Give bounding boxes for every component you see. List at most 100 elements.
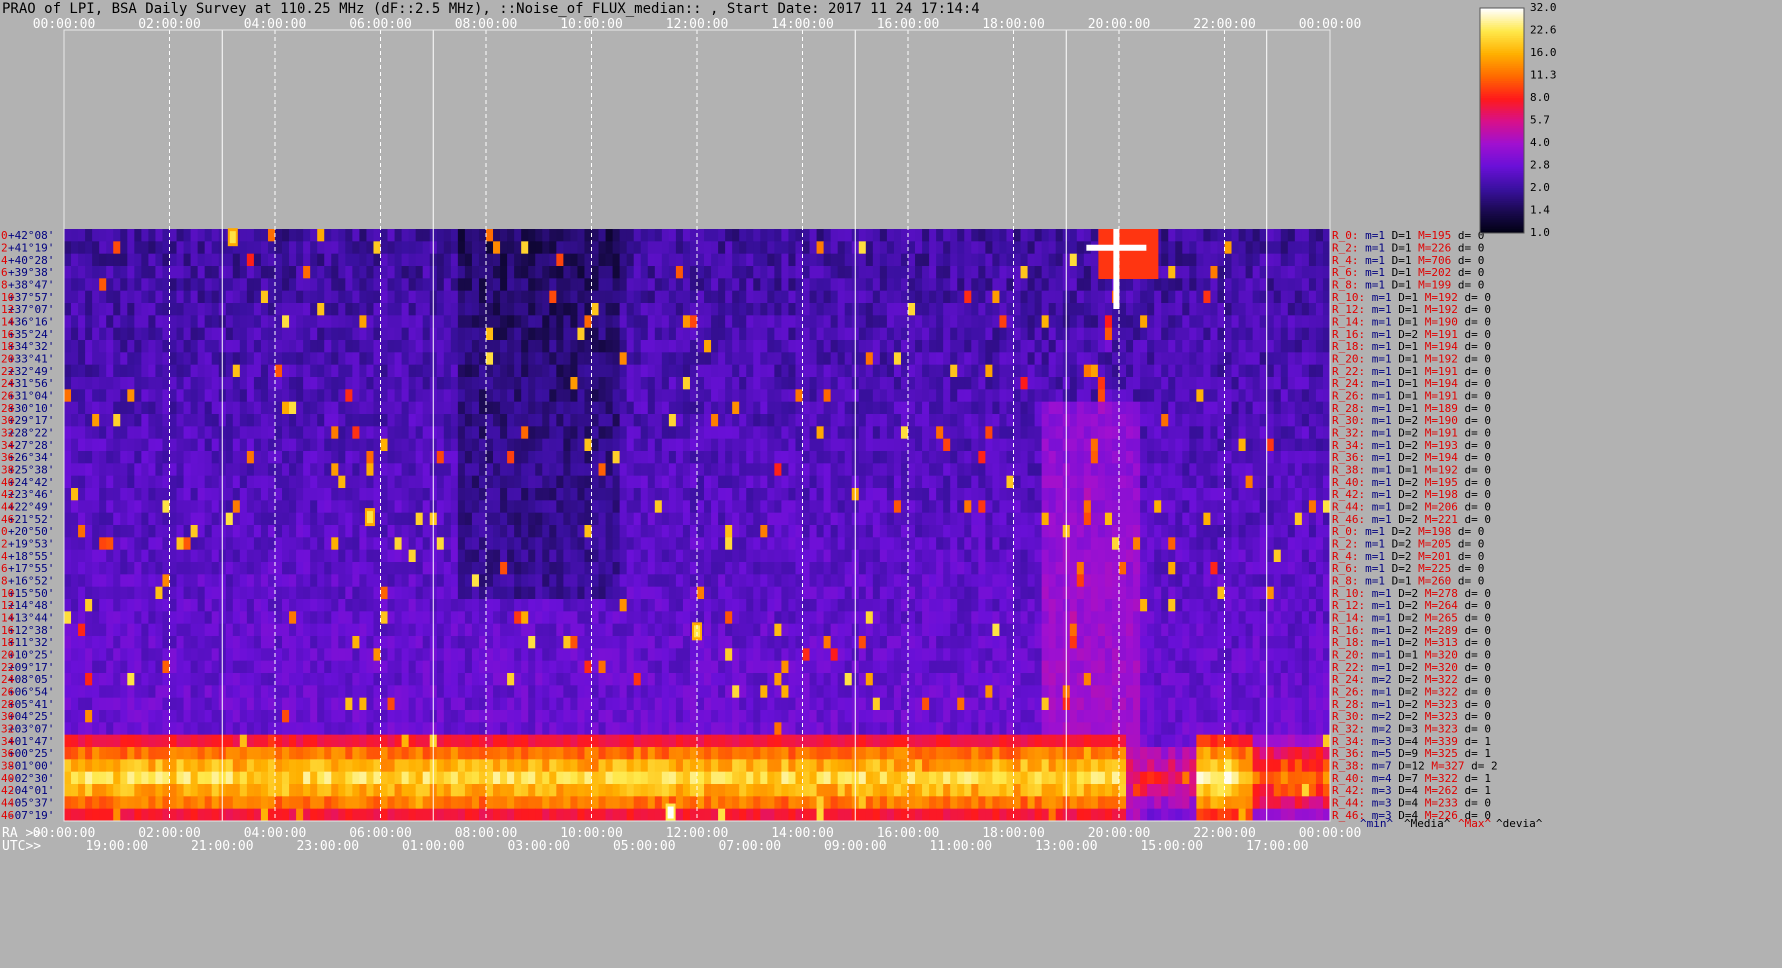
heatmap-cell <box>865 500 874 514</box>
heatmap-cell <box>619 549 628 563</box>
heatmap-cell <box>464 562 473 575</box>
heatmap-cell <box>486 352 494 366</box>
heatmap-cell <box>148 512 156 526</box>
heatmap-cell <box>183 537 191 551</box>
heatmap-cell <box>535 290 543 304</box>
heatmap-cell <box>577 364 585 378</box>
heatmap-cell <box>387 488 395 501</box>
heatmap-cell <box>908 475 916 489</box>
heatmap-cell <box>1294 241 1303 255</box>
heatmap-cell <box>155 303 163 316</box>
heatmap-cell <box>486 463 494 477</box>
heatmap-cell <box>1287 475 1296 489</box>
heatmap-cell <box>1069 488 1078 501</box>
heatmap-cell <box>120 549 128 563</box>
heatmap-cell <box>542 488 550 501</box>
heatmap-cell <box>92 414 100 427</box>
heatmap-cell <box>500 229 508 242</box>
heatmap-cell <box>999 401 1007 415</box>
heatmap-cell <box>1294 475 1303 489</box>
heatmap-cell <box>598 463 606 477</box>
heatmap-cell <box>1294 315 1303 329</box>
heatmap-cell <box>950 303 958 316</box>
heatmap-cell <box>106 549 114 563</box>
heatmap-cell <box>338 475 346 489</box>
heatmap-cell <box>732 327 740 341</box>
heatmap-cell <box>908 290 916 304</box>
heatmap-cell <box>282 377 290 390</box>
heatmap-cell <box>493 438 501 452</box>
heatmap-cell <box>739 438 747 452</box>
heatmap-cell <box>950 389 958 403</box>
heatmap-cell <box>802 463 810 477</box>
heatmap-cell <box>1104 438 1113 452</box>
heatmap-cell <box>1027 290 1035 304</box>
heatmap-cell <box>486 438 494 452</box>
heatmap-cell <box>1069 537 1078 551</box>
heatmap-cell <box>999 500 1007 514</box>
heatmap-cell <box>675 512 684 526</box>
heatmap-cell <box>908 377 916 390</box>
heatmap-cell <box>788 377 796 390</box>
heatmap-cell <box>303 451 311 464</box>
heatmap-cell <box>1196 229 1204 242</box>
heatmap-cell <box>936 278 944 292</box>
heatmap-cell <box>957 377 965 390</box>
heatmap-cell <box>563 315 571 329</box>
heatmap-cell <box>1224 340 1232 353</box>
heatmap-cell <box>858 426 867 440</box>
heatmap-cell <box>464 364 473 378</box>
heatmap-cell <box>239 500 248 514</box>
heatmap-cell <box>549 389 557 403</box>
heatmap-cell <box>267 463 276 477</box>
heatmap-cell <box>1231 315 1239 329</box>
heatmap-cell <box>1287 500 1296 514</box>
heatmap-cell <box>823 389 832 403</box>
heatmap-cell <box>422 340 431 353</box>
heatmap-cell <box>1189 364 1197 378</box>
heatmap-cell <box>1013 401 1021 415</box>
heatmap-cell <box>1196 488 1204 501</box>
heatmap-cell <box>1111 340 1120 353</box>
heatmap-cell <box>893 327 902 341</box>
heatmap-cell <box>1322 290 1331 304</box>
heatmap-cell <box>1238 549 1246 563</box>
heatmap-cell <box>197 303 206 316</box>
heatmap-cell <box>788 500 796 514</box>
heatmap-cell <box>668 266 677 279</box>
heatmap-cell <box>732 512 740 526</box>
heatmap-cell <box>408 426 417 440</box>
heatmap-cell <box>1322 537 1331 551</box>
heatmap-cell <box>1048 537 1057 551</box>
heatmap-cell <box>134 401 142 415</box>
heatmap-cell <box>253 500 262 514</box>
heatmap-cell <box>781 266 789 279</box>
heatmap-cell <box>1069 401 1078 415</box>
heatmap-cell <box>415 525 424 538</box>
heatmap-cell <box>1133 389 1141 403</box>
heatmap-cell <box>1020 537 1028 551</box>
heatmap-cell <box>704 229 712 242</box>
heatmap-cell <box>795 377 803 390</box>
heatmap-cell <box>795 266 803 279</box>
heatmap-cell <box>661 266 670 279</box>
heatmap-cell <box>1147 451 1155 464</box>
heatmap-cell <box>535 562 543 575</box>
heatmap-cell <box>1006 364 1014 378</box>
heatmap-cell <box>795 500 803 514</box>
heatmap-cell <box>1308 451 1317 464</box>
heatmap-cell <box>1224 229 1232 242</box>
heatmap-cell <box>148 352 156 366</box>
heatmap-cell <box>1182 327 1190 341</box>
heatmap-cell <box>267 426 276 440</box>
heatmap-cell <box>443 401 452 415</box>
heatmap-cell <box>85 401 93 415</box>
heatmap-cell <box>99 475 107 489</box>
heatmap-cell <box>1280 500 1289 514</box>
heatmap-cell <box>929 340 937 353</box>
heatmap-cell <box>183 278 191 292</box>
heatmap-cell <box>500 463 508 477</box>
heatmap-cell <box>1259 315 1268 329</box>
heatmap-cell <box>704 500 712 514</box>
heatmap-cell <box>549 253 557 267</box>
